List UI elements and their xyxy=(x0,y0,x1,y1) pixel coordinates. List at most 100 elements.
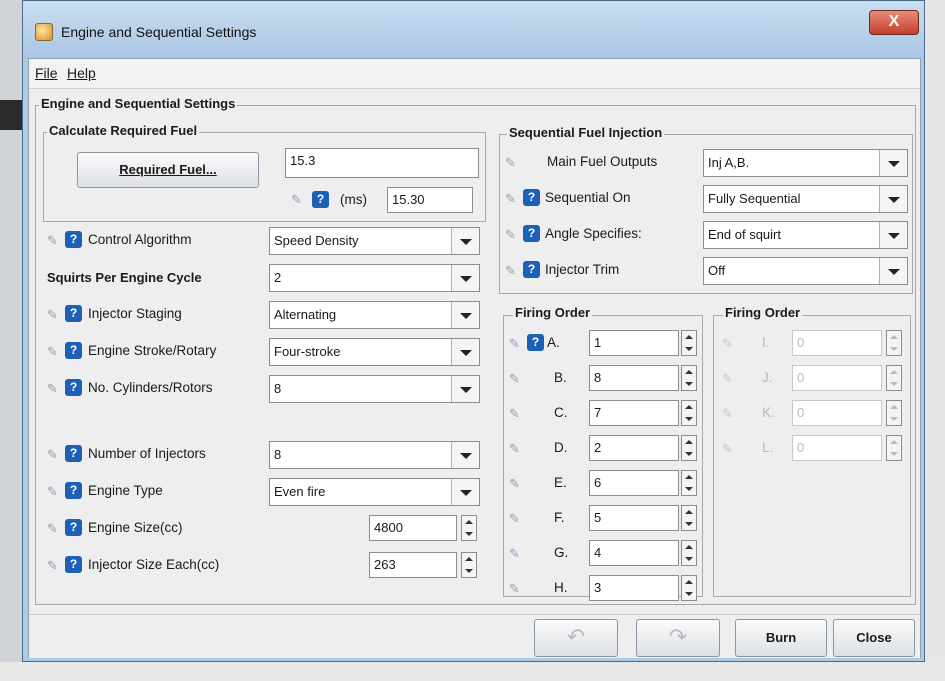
menu-help[interactable]: Help xyxy=(67,65,96,81)
spinner-arrows-icon[interactable] xyxy=(886,435,902,461)
spinner-arrows-icon[interactable] xyxy=(681,435,697,461)
help-icon[interactable]: ? xyxy=(65,445,82,462)
spinner-arrows-icon[interactable] xyxy=(681,330,697,356)
firing-order-field[interactable]: 6 xyxy=(589,470,679,496)
firing-order-field[interactable]: 1 xyxy=(589,330,679,356)
help-icon[interactable]: ? xyxy=(523,225,540,242)
sequential-dropdown[interactable]: Fully Sequential xyxy=(703,185,908,213)
spinner-arrows-icon[interactable] xyxy=(681,505,697,531)
pencil-icon: ✎ xyxy=(47,344,58,359)
help-icon[interactable]: ? xyxy=(527,334,544,351)
chevron-down-icon[interactable] xyxy=(451,228,479,254)
required-fuel-legend: Calculate Required Fuel xyxy=(47,123,200,138)
burn-button[interactable]: Burn xyxy=(735,619,827,657)
menu-file[interactable]: File xyxy=(35,65,58,81)
window-close-button[interactable]: X xyxy=(869,10,919,35)
setting-label: Control Algorithm xyxy=(88,232,192,247)
dropdown-value: 8 xyxy=(274,447,282,462)
spinner-arrows-icon[interactable] xyxy=(886,365,902,391)
spinner-arrows-icon[interactable] xyxy=(681,470,697,496)
sequential-label: Angle Specifies: xyxy=(545,226,642,241)
setting-label: Injector Size Each(cc) xyxy=(88,557,220,572)
firing-order-field[interactable]: 0 xyxy=(792,435,882,461)
firing-order-field[interactable]: 2 xyxy=(589,435,679,461)
firing-order-field[interactable]: 4 xyxy=(589,540,679,566)
setting-label: Injector Staging xyxy=(88,306,182,321)
chevron-down-icon[interactable] xyxy=(879,186,907,212)
undo-button[interactable]: ↶ xyxy=(534,619,618,657)
required-fuel-ms-field[interactable]: 15.30 xyxy=(387,187,473,213)
firing-order-legend-1: Firing Order xyxy=(513,305,593,320)
pencil-icon: ✎ xyxy=(47,381,58,396)
firing-order-field[interactable]: 0 xyxy=(792,365,882,391)
help-icon[interactable]: ? xyxy=(523,189,540,206)
spinner-arrows-icon[interactable] xyxy=(681,365,697,391)
firing-order-label: L. xyxy=(762,440,774,455)
help-icon[interactable]: ? xyxy=(523,261,540,278)
setting-dropdown[interactable]: Alternating xyxy=(269,301,480,329)
desktop-background-right-fill xyxy=(924,0,945,681)
help-icon[interactable]: ? xyxy=(65,379,82,396)
sequential-dropdown[interactable]: Inj A,B. xyxy=(703,149,908,177)
menu-bar: File Help xyxy=(29,59,920,89)
spinner-arrows-icon[interactable] xyxy=(681,540,697,566)
chevron-down-icon[interactable] xyxy=(879,150,907,176)
spinner-arrows-icon[interactable] xyxy=(461,552,477,578)
setting-dropdown[interactable]: Speed Density xyxy=(269,227,480,255)
dropdown-value: Even fire xyxy=(274,484,326,499)
firing-order-label: D. xyxy=(554,440,568,455)
chevron-down-icon[interactable] xyxy=(451,265,479,291)
chevron-down-icon[interactable] xyxy=(879,222,907,248)
close-button[interactable]: Close xyxy=(833,619,915,657)
firing-order-field[interactable]: 8 xyxy=(589,365,679,391)
setting-number-field[interactable]: 263 xyxy=(369,552,457,578)
help-icon[interactable]: ? xyxy=(65,231,82,248)
pencil-icon: ✎ xyxy=(47,233,58,248)
chevron-down-icon[interactable] xyxy=(451,339,479,365)
firing-order-field[interactable]: 3 xyxy=(589,575,679,601)
redo-button[interactable]: ↷ xyxy=(636,619,720,657)
firing-order-field[interactable]: 0 xyxy=(792,330,882,356)
spinner-arrows-icon[interactable] xyxy=(886,400,902,426)
sequential-dropdown[interactable]: Off xyxy=(703,257,908,285)
setting-dropdown[interactable]: 8 xyxy=(269,441,480,469)
help-icon[interactable]: ? xyxy=(65,305,82,322)
sequential-dropdown[interactable]: End of squirt xyxy=(703,221,908,249)
firing-order-field[interactable]: 7 xyxy=(589,400,679,426)
setting-dropdown[interactable]: Even fire xyxy=(269,478,480,506)
spinner-arrows-icon[interactable] xyxy=(681,575,697,601)
dropdown-value: Alternating xyxy=(274,307,337,322)
help-icon[interactable]: ? xyxy=(65,482,82,499)
setting-label: Engine Stroke/Rotary xyxy=(88,343,217,358)
help-icon[interactable]: ? xyxy=(65,556,82,573)
chevron-down-icon[interactable] xyxy=(879,258,907,284)
spinner-arrows-icon[interactable] xyxy=(681,400,697,426)
chevron-down-icon[interactable] xyxy=(451,302,479,328)
help-icon[interactable]: ? xyxy=(312,191,329,208)
firing-order-label: H. xyxy=(554,580,568,595)
chevron-down-icon[interactable] xyxy=(451,442,479,468)
firing-order-field[interactable]: 5 xyxy=(589,505,679,531)
setting-dropdown[interactable]: 2 xyxy=(269,264,480,292)
help-icon[interactable]: ? xyxy=(65,519,82,536)
required-fuel-button[interactable]: Required Fuel... xyxy=(77,152,259,188)
required-fuel-value-field[interactable]: 15.3 xyxy=(285,148,479,178)
setting-label: Squirts Per Engine Cycle xyxy=(47,270,202,285)
pencil-icon: ✎ xyxy=(47,447,58,462)
setting-dropdown[interactable]: 8 xyxy=(269,375,480,403)
desktop-background-detail xyxy=(0,100,22,130)
spinner-arrows-icon[interactable] xyxy=(886,330,902,356)
spinner-arrows-icon[interactable] xyxy=(461,515,477,541)
chevron-down-icon[interactable] xyxy=(451,376,479,402)
setting-dropdown[interactable]: Four-stroke xyxy=(269,338,480,366)
title-bar[interactable]: Engine and Sequential Settings X xyxy=(23,1,924,59)
redo-icon: ↷ xyxy=(668,624,688,649)
help-icon[interactable]: ? xyxy=(65,342,82,359)
dropdown-value: 8 xyxy=(274,381,282,396)
firing-order-label: E. xyxy=(554,475,567,490)
engine-settings-legend: Engine and Sequential Settings xyxy=(39,96,238,111)
setting-number-field[interactable]: 4800 xyxy=(369,515,457,541)
firing-order-field[interactable]: 0 xyxy=(792,400,882,426)
chevron-down-icon[interactable] xyxy=(451,479,479,505)
dropdown-value: End of squirt xyxy=(708,227,781,242)
